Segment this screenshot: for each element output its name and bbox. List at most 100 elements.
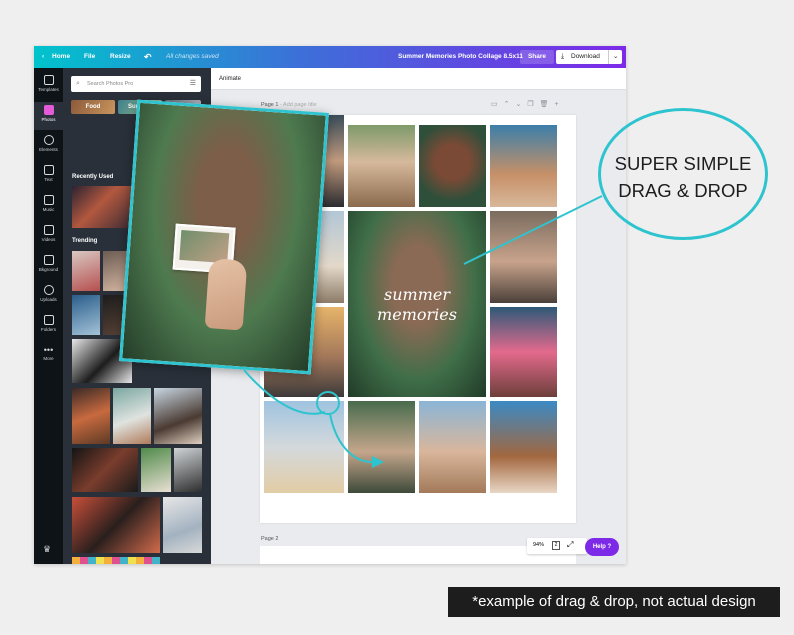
- sidebar-item-videos[interactable]: Videos: [34, 222, 63, 250]
- duplicate-icon[interactable]: ❐: [527, 101, 539, 108]
- sidebar-item-text[interactable]: Text: [34, 162, 63, 190]
- sidebar-item-label: More: [43, 356, 54, 361]
- search-input[interactable]: ⌕ Search Photos Pro ☰: [71, 76, 201, 92]
- download-options-chevron-icon[interactable]: ⌄: [608, 50, 618, 64]
- collage-photo[interactable]: [490, 125, 557, 207]
- callout-line2: DRAG & DROP: [618, 180, 748, 201]
- photo-thumbnail[interactable]: [113, 388, 151, 444]
- delete-icon[interactable]: 🗑: [540, 101, 555, 108]
- sidebar-item-label: Text: [44, 177, 53, 182]
- page-count-badge[interactable]: 2: [552, 541, 560, 550]
- zoom-controls: 94% 2 ⤢: [527, 538, 587, 554]
- photo-thumbnail[interactable]: [72, 186, 132, 228]
- sidebar-item-label: Bkground: [38, 267, 59, 272]
- collage-title-text: summer memories: [348, 285, 486, 325]
- recently-used-heading: Recently Used: [72, 174, 114, 180]
- collage-photo[interactable]: [264, 401, 344, 493]
- move-down-icon[interactable]: ⌄: [516, 101, 528, 108]
- sidebar-item-label: Videos: [41, 237, 56, 242]
- search-placeholder: Search Photos Pro: [87, 81, 134, 87]
- undo-icon[interactable]: ↶: [144, 46, 152, 68]
- sidebar-item-label: Photos: [41, 117, 56, 122]
- page-actions: ▭⌃⌄❐🗑+: [491, 100, 565, 108]
- sidebar-item-music[interactable]: Music: [34, 192, 63, 220]
- home-button[interactable]: Home: [52, 46, 70, 68]
- collage-photo[interactable]: [490, 307, 557, 397]
- move-up-icon[interactable]: ⌃: [504, 101, 516, 108]
- top-bar: ‹ Home File Resize ↶ All changes saved S…: [34, 46, 626, 68]
- callout-line1: SUPER SIMPLE: [614, 153, 752, 174]
- zoom-level[interactable]: 94%: [533, 542, 544, 548]
- add-page-icon[interactable]: +: [555, 101, 565, 108]
- file-menu[interactable]: File: [84, 46, 95, 68]
- sidebar-item-label: Templates: [38, 87, 59, 92]
- disclaimer-caption: *example of drag & drop, not actual desi…: [448, 587, 780, 617]
- callout-text: SUPER SIMPLE DRAG & DROP: [602, 150, 764, 204]
- photo-thumbnail[interactable]: [72, 251, 100, 291]
- photo-thumbnail[interactable]: [163, 497, 202, 553]
- help-icon: ?: [607, 544, 612, 550]
- download-label: Download: [571, 53, 600, 60]
- note-icon[interactable]: ▭: [491, 101, 504, 108]
- templates-icon: [43, 75, 54, 85]
- sidebar-item-label: Folders: [40, 327, 56, 332]
- collage-title-line2: memories: [377, 305, 457, 324]
- fullscreen-icon[interactable]: ⤢: [567, 540, 573, 550]
- uploads-icon: [43, 285, 54, 295]
- collage-photo[interactable]: [419, 125, 486, 207]
- collage-photo[interactable]: [419, 401, 486, 493]
- photo-thumbnail[interactable]: [72, 295, 100, 335]
- background-icon: [43, 255, 54, 265]
- sidebar-item-label: Elements: [39, 147, 58, 152]
- photo-thumbnail[interactable]: [72, 448, 138, 492]
- sidebar-item-background[interactable]: Bkground: [34, 252, 63, 280]
- sidebar-item-elements[interactable]: Elements: [34, 132, 63, 160]
- photo-thumbnail[interactable]: [174, 448, 202, 492]
- help-button[interactable]: Help ?: [585, 538, 619, 556]
- collage-photo[interactable]: [490, 211, 557, 303]
- photo-thumbnail[interactable]: [72, 388, 110, 444]
- videos-icon: [43, 225, 54, 235]
- save-status: All changes saved: [166, 53, 219, 60]
- collage-photo[interactable]: [348, 125, 415, 207]
- sidebar-item-more[interactable]: ••• More: [34, 342, 63, 370]
- dragged-photo-preview[interactable]: [119, 99, 329, 375]
- filter-icon[interactable]: ☰: [190, 76, 196, 92]
- sidebar-item-templates[interactable]: Templates: [34, 72, 63, 100]
- collage-photo[interactable]: [490, 401, 557, 493]
- elements-icon: [43, 135, 54, 145]
- sidebar-item-uploads[interactable]: Uploads: [34, 282, 63, 310]
- sidebar: Templates Photos Elements Text Music Vid…: [34, 68, 63, 564]
- page-1-header: Page 1 - Add page title: [261, 102, 317, 108]
- photos-icon: [43, 105, 54, 115]
- chip-food[interactable]: Food: [71, 100, 115, 114]
- sidebar-item-label: Music: [42, 207, 55, 212]
- music-icon: [43, 195, 54, 205]
- animate-button[interactable]: Animate: [219, 68, 241, 90]
- photo-thumbnail[interactable]: [72, 497, 160, 553]
- collage-title-line1: summer: [384, 285, 450, 304]
- search-icon: ⌕: [76, 80, 80, 87]
- crown-icon[interactable]: ♛: [43, 544, 51, 555]
- download-button[interactable]: ⤓ Download ⌄: [556, 50, 622, 64]
- photo-thumbnail[interactable]: [154, 388, 202, 444]
- sidebar-item-label: Uploads: [40, 297, 57, 302]
- add-page-title[interactable]: - Add page title: [280, 102, 317, 108]
- sidebar-item-photos[interactable]: Photos: [34, 102, 63, 130]
- collage-photo[interactable]: [348, 401, 415, 493]
- collage-feature-photo[interactable]: summer memories: [348, 211, 486, 397]
- download-icon: ⤓: [561, 53, 565, 60]
- help-label: Help: [592, 544, 606, 550]
- back-chevron-icon[interactable]: ‹: [42, 46, 44, 68]
- hand-holding-polaroid: [204, 258, 248, 331]
- page-label: Page 1: [261, 102, 279, 108]
- context-toolbar: Animate: [211, 68, 626, 90]
- photo-thumbnail[interactable]: [141, 448, 171, 492]
- resize-button[interactable]: Resize: [110, 46, 131, 68]
- sidebar-item-folders[interactable]: Folders: [34, 312, 63, 340]
- text-icon: [43, 165, 54, 175]
- design-title[interactable]: Summer Memories Photo Collage 8.5x11: [398, 46, 523, 68]
- trending-heading: Trending: [72, 238, 98, 244]
- photo-thumbnail[interactable]: [72, 557, 160, 564]
- share-button[interactable]: Share: [520, 50, 554, 64]
